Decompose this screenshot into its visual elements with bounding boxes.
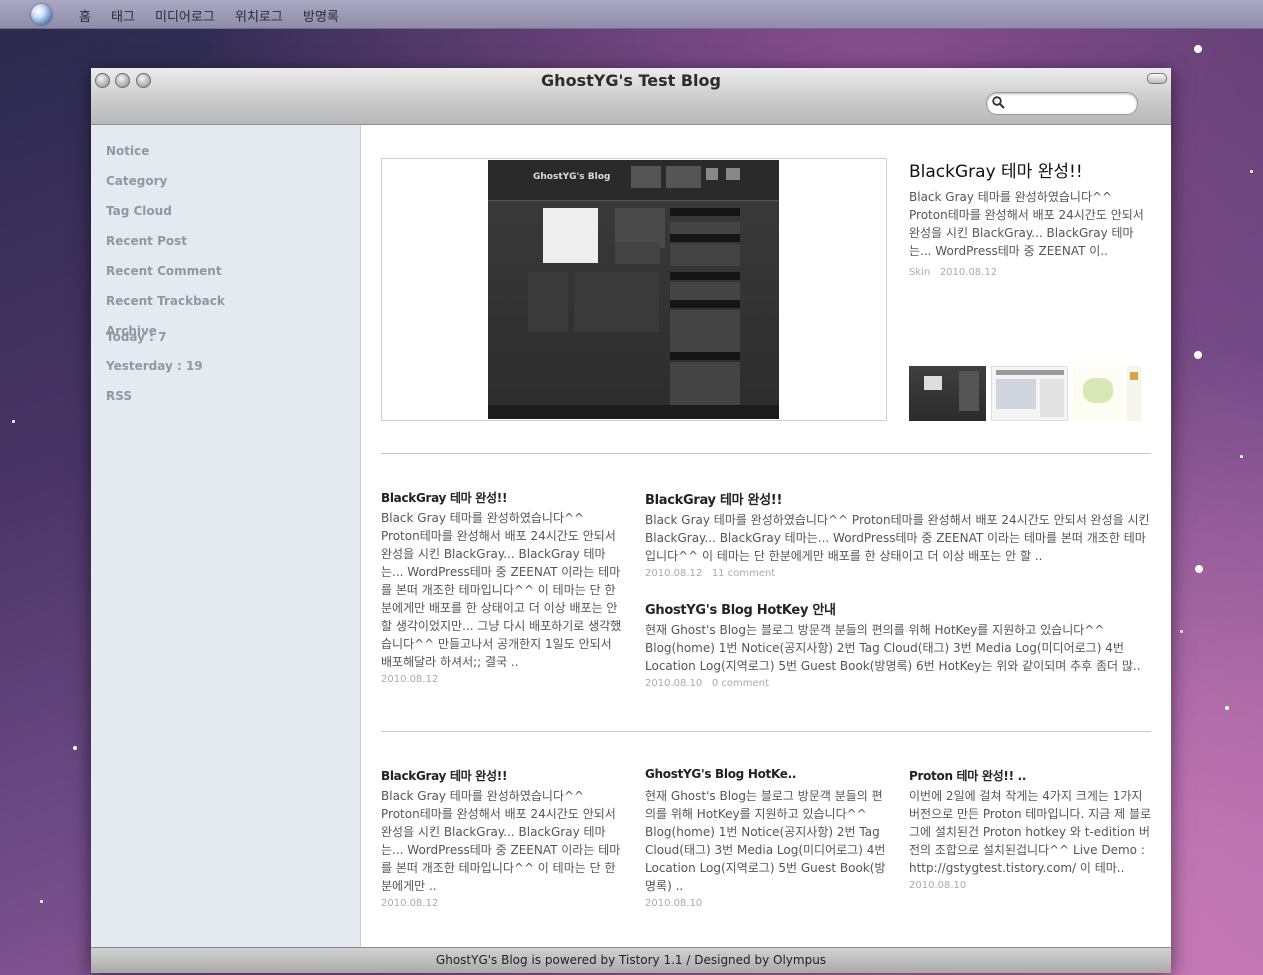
post-date: 2010.08.10 <box>909 880 967 891</box>
star <box>12 420 15 423</box>
sidebar-item-rss[interactable]: RSS <box>106 389 132 403</box>
globe-logo-icon[interactable] <box>31 4 52 25</box>
sidebar: Notice Category Tag Cloud Recent Post Re… <box>91 125 361 947</box>
thumbnail-proton[interactable] <box>991 366 1068 421</box>
post-title[interactable]: GhostYG's Blog HotKey 안내 <box>645 599 836 618</box>
post-excerpt: 현재 Ghost's Blog는 블로그 방문객 분들의 편의를 위해 HotK… <box>645 787 888 913</box>
post-excerpt-text: Black Gray 테마를 완성하였습니다^^ Proton테마를 완성해서 … <box>645 513 1150 563</box>
menu-item-locationlog[interactable]: 위치로그 <box>235 6 283 25</box>
search-icon <box>992 96 1005 109</box>
top-menu-bar: 홈 태그 미디어로그 위치로그 방명록 <box>0 0 1263 29</box>
blog-window: GhostYG's Test Blog Notice Category Tag … <box>91 68 1171 973</box>
featured-post-excerpt: Black Gray 테마를 완성하였습니다^^ Proton테마를 완성해서 … <box>909 188 1152 282</box>
post-title[interactable]: GhostYG's Blog HotKe.. <box>645 767 796 781</box>
featured-post-date: 2010.08.12 <box>939 267 998 278</box>
main-content: GhostYG's Blog BlackGray 테마 완성!! Black G… <box>361 125 1171 947</box>
star <box>40 900 43 903</box>
menu-item-guestbook[interactable]: 방명록 <box>303 6 339 25</box>
post-excerpt: 이번에 2일에 걸쳐 작게는 4가지 크게는 1가지 버전으로 만든 Proto… <box>909 787 1152 895</box>
post-excerpt: Black Gray 테마를 완성하였습니다^^ Proton테마를 완성해서 … <box>381 509 624 689</box>
post-title[interactable]: Proton 테마 완성!! .. <box>909 767 1026 784</box>
post-title[interactable]: BlackGray 테마 완성!! <box>381 489 507 506</box>
post-excerpt: Black Gray 테마를 완성하였습니다^^ Proton테마를 완성해서 … <box>645 511 1153 583</box>
post-date: 2010.08.12 <box>381 898 439 909</box>
post-date: 2010.08.12 <box>381 674 439 685</box>
menu-item-tag[interactable]: 태그 <box>111 6 135 25</box>
star <box>1194 45 1202 53</box>
post-excerpt-text: 이번에 2일에 걸쳐 작게는 4가지 크게는 1가지 버전으로 만든 Proto… <box>909 789 1152 875</box>
star <box>1195 565 1203 573</box>
post-meta: 2010.08.10 0 comment <box>645 675 1153 693</box>
star <box>1250 170 1253 173</box>
post-excerpt-text: Black Gray 테마를 완성하였습니다^^ Proton테마를 완성해서 … <box>381 511 622 669</box>
post-comment-count[interactable]: 0 comment <box>712 678 769 689</box>
post-meta: 2010.08.12 11 comment <box>645 565 1153 583</box>
featured-post-text: Black Gray 테마를 완성하였습니다^^ Proton테마를 완성해서 … <box>909 190 1144 258</box>
post-excerpt-text: 현재 Ghost's Blog는 블로그 방문객 분들의 편의를 위해 HotK… <box>645 789 886 893</box>
menu-item-medialog[interactable]: 미디어로그 <box>155 6 215 25</box>
thumbnail-blackgray[interactable] <box>909 366 986 421</box>
star <box>1180 630 1183 633</box>
post-date: 2010.08.10 <box>645 898 703 909</box>
thumbnail-green[interactable] <box>1073 366 1123 421</box>
post-date: 2010.08.10 <box>645 678 703 689</box>
post-excerpt-text: Black Gray 테마를 완성하였습니다^^ Proton테마를 완성해서 … <box>381 789 621 893</box>
sidebar-item-tag-cloud[interactable]: Tag Cloud <box>106 204 172 218</box>
sidebar-item-recent-comment[interactable]: Recent Comment <box>106 264 222 278</box>
toolbar-toggle-button[interactable] <box>1147 73 1167 84</box>
search-box[interactable] <box>986 92 1138 115</box>
sidebar-item-notice[interactable]: Notice <box>106 144 149 158</box>
footer: GhostYG's Blog is powered by Tistory 1.1… <box>91 947 1171 973</box>
featured-image-frame[interactable]: GhostYG's Blog <box>381 158 887 421</box>
window-titlebar: GhostYG's Test Blog <box>91 68 1171 125</box>
window-title: GhostYG's Test Blog <box>541 71 721 90</box>
post-excerpt: 현재 Ghost's Blog는 블로그 방문객 분들의 편의를 위해 HotK… <box>645 621 1153 693</box>
featured-post-category[interactable]: Skin <box>909 267 930 278</box>
screenshot-blog-name: GhostYG's Blog <box>533 172 611 182</box>
thumbnail-partial[interactable] <box>1127 366 1141 421</box>
star <box>1240 455 1243 458</box>
featured-post-title[interactable]: BlackGray 테마 완성!! <box>909 157 1083 182</box>
sidebar-item-recent-post[interactable]: Recent Post <box>106 234 187 248</box>
post-title[interactable]: BlackGray 테마 완성!! <box>381 767 507 784</box>
visitor-yesterday-counter: Yesterday : 19 <box>106 359 203 373</box>
divider <box>381 453 1151 454</box>
visitor-today-counter: Today : 7 <box>106 330 167 344</box>
search-input[interactable] <box>1011 95 1133 112</box>
menu-item-home[interactable]: 홈 <box>79 6 91 25</box>
sidebar-item-category[interactable]: Category <box>106 174 167 188</box>
star <box>1225 706 1229 710</box>
sidebar-item-recent-trackback[interactable]: Recent Trackback <box>106 294 225 308</box>
star <box>73 746 77 750</box>
featured-screenshot[interactable]: GhostYG's Blog <box>488 160 779 419</box>
divider <box>381 731 1151 732</box>
star <box>1194 351 1202 359</box>
featured-post-meta: Skin 2010.08.12 <box>909 264 1152 282</box>
post-excerpt-text: 현재 Ghost's Blog는 블로그 방문객 분들의 편의를 위해 HotK… <box>645 623 1141 673</box>
post-date: 2010.08.12 <box>645 568 703 579</box>
post-excerpt: Black Gray 테마를 완성하였습니다^^ Proton테마를 완성해서 … <box>381 787 624 913</box>
post-title[interactable]: BlackGray 테마 완성!! <box>645 489 782 508</box>
post-comment-count[interactable]: 11 comment <box>712 568 775 579</box>
